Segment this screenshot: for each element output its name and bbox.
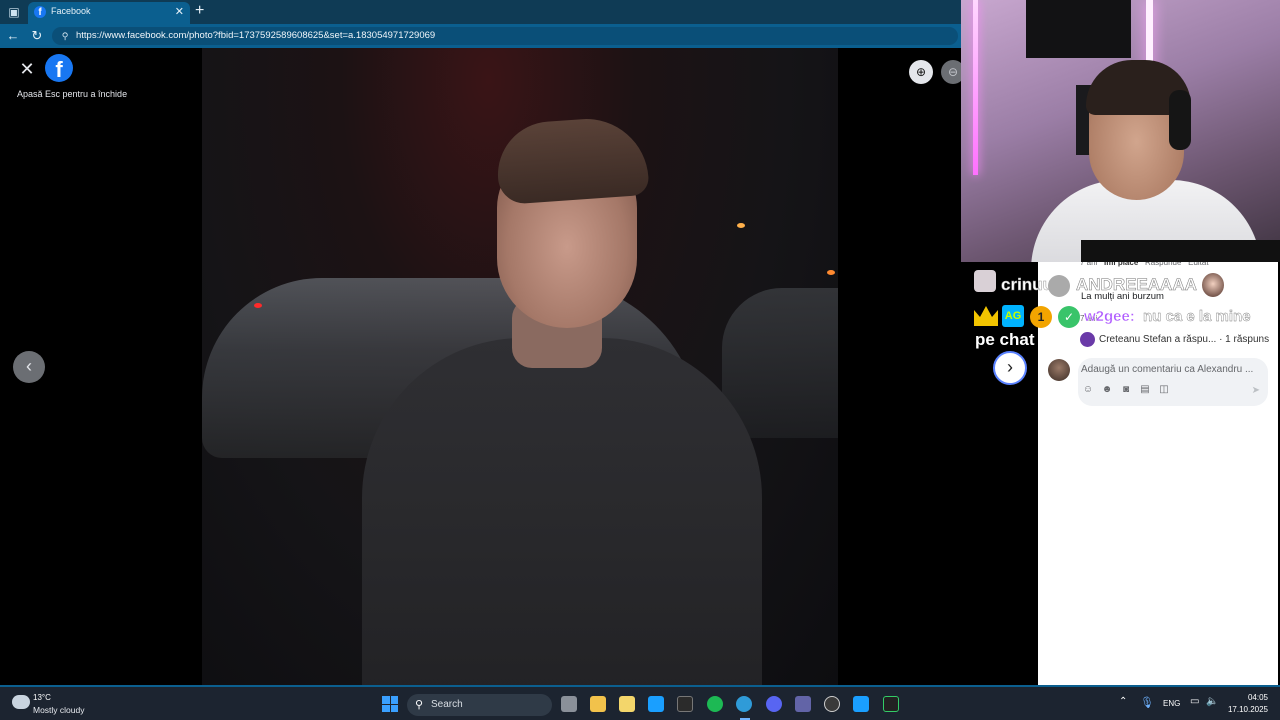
teams-icon[interactable] (795, 696, 811, 712)
volume-icon[interactable]: 🔈 (1206, 696, 1218, 707)
close-icon[interactable]: ✕ (18, 60, 36, 78)
start-button[interactable] (382, 696, 398, 712)
browser-tab-facebook[interactable]: f Facebook ✕ (28, 2, 190, 24)
send-icon[interactable]: ➤ (1252, 385, 1260, 396)
back-arrow-icon[interactable]: ← (4, 27, 22, 45)
chair (1081, 240, 1280, 262)
headset (1169, 90, 1191, 150)
stream-chat-overlay: crinuuk: ANDREEAAAA AG 1 ✓ w2gee: nu ca … (972, 268, 1272, 350)
street-light (737, 223, 745, 228)
spotify-icon[interactable] (707, 696, 723, 712)
avatar-sticker-icon[interactable]: ☺ (1082, 384, 1094, 396)
avatar[interactable] (1048, 359, 1070, 381)
comment-input[interactable]: Adaugă un comentariu ca Alexandru ... (1081, 364, 1253, 375)
gif-icon[interactable]: ▤ (1139, 384, 1151, 396)
language-indicator[interactable]: ENG (1163, 699, 1180, 708)
chat-message: nu ca e la mine (1143, 308, 1251, 325)
tab-close-icon[interactable]: ✕ (175, 5, 184, 18)
chat-emote (1202, 273, 1224, 297)
webcam-overlay (961, 0, 1280, 262)
chat-username: w2gee: (1084, 308, 1135, 325)
address-bar: ← ↻ ⚲ https://www.facebook.com/photo?fbi… (0, 24, 962, 48)
street-light-far (827, 270, 835, 275)
screen: ▣ f Facebook ✕ + ← ↻ ⚲ https://www.faceb… (0, 0, 1280, 720)
microphone-icon[interactable]: 🎙 (1140, 696, 1154, 709)
taskbar-search[interactable]: ⚲ Search (407, 694, 552, 716)
chat-message: ANDREEAAAA (1076, 275, 1197, 295)
taskbar: 13°C Mostly cloudy ⚲ Search ⌃ 🎙 ENG ▭ 🔈 … (0, 685, 1280, 720)
chat-avatar (1048, 275, 1070, 297)
url-field[interactable]: ⚲ https://www.facebook.com/photo?fbid=17… (52, 27, 958, 45)
steam-app-icon[interactable] (853, 696, 869, 712)
task-view-icon[interactable] (561, 696, 577, 712)
wall-tv (1026, 0, 1131, 58)
person-hair (494, 114, 650, 206)
search-placeholder[interactable]: Search (431, 699, 463, 710)
zoom-in-icon[interactable]: ⊕ (909, 60, 933, 84)
led-strip (973, 0, 978, 175)
store-icon[interactable] (619, 696, 635, 712)
new-tab-icon[interactable]: + (195, 2, 204, 20)
tab-title: Facebook (51, 6, 91, 16)
clock-date[interactable]: 17.10.2025 (1224, 705, 1268, 714)
chat-message: pe chat (975, 330, 1035, 349)
crown-badge-icon (974, 306, 998, 326)
camera-icon[interactable]: ◙ (1120, 384, 1132, 396)
facebook-favicon-icon: f (34, 6, 46, 18)
composer-toolbar: ☺ ☻ ◙ ▤ ◫ (1082, 384, 1170, 396)
previous-photo-button[interactable]: ‹ (13, 351, 45, 383)
search-icon: ⚲ (415, 699, 424, 711)
reload-icon[interactable]: ↻ (28, 27, 46, 45)
facebook-logo-icon[interactable]: f (45, 54, 73, 82)
emoji-icon[interactable]: ☻ (1101, 384, 1113, 396)
display-icon[interactable]: ▭ (1190, 696, 1199, 707)
photo (202, 48, 838, 685)
file-explorer-icon[interactable] (590, 696, 606, 712)
steam-icon[interactable] (648, 696, 664, 712)
weather-temperature[interactable]: 13°C (33, 693, 51, 702)
chat-badge: 1 (1030, 306, 1052, 328)
epic-games-icon[interactable] (677, 696, 693, 712)
site-info-icon[interactable]: ⚲ (59, 30, 71, 42)
comment-composer[interactable]: Adaugă un comentariu ca Alexandru ... ☺ … (1078, 358, 1268, 406)
weather-description[interactable]: Mostly cloudy (33, 705, 85, 715)
clock-time[interactable]: 04:05 (1240, 693, 1268, 702)
chat-avatar (974, 270, 996, 292)
tab-actions-icon[interactable]: ▣ (6, 4, 22, 20)
chat-badge: AG (1002, 305, 1024, 327)
verified-badge-icon: ✓ (1058, 306, 1080, 328)
tail-light (254, 303, 262, 308)
person-shirt (362, 338, 762, 685)
obs-icon[interactable] (824, 696, 840, 712)
esc-hint: Apasă Esc pentru a închide (17, 89, 128, 99)
photo-viewer: ✕ f Apasă Esc pentru a închide ⊕ ⊖ ‹ › (0, 48, 1038, 685)
discord-icon[interactable] (766, 696, 782, 712)
edge-icon[interactable] (736, 696, 752, 712)
chevron-up-icon[interactable]: ⌃ (1119, 696, 1127, 707)
sticker-icon[interactable]: ◫ (1158, 384, 1170, 396)
next-photo-button[interactable]: › (993, 351, 1027, 385)
cloud-icon[interactable] (12, 695, 30, 709)
url-text[interactable]: https://www.facebook.com/photo?fbid=1737… (76, 30, 435, 41)
terminal-icon[interactable] (883, 696, 899, 712)
browser-tabbar: ▣ f Facebook ✕ + (0, 0, 962, 24)
